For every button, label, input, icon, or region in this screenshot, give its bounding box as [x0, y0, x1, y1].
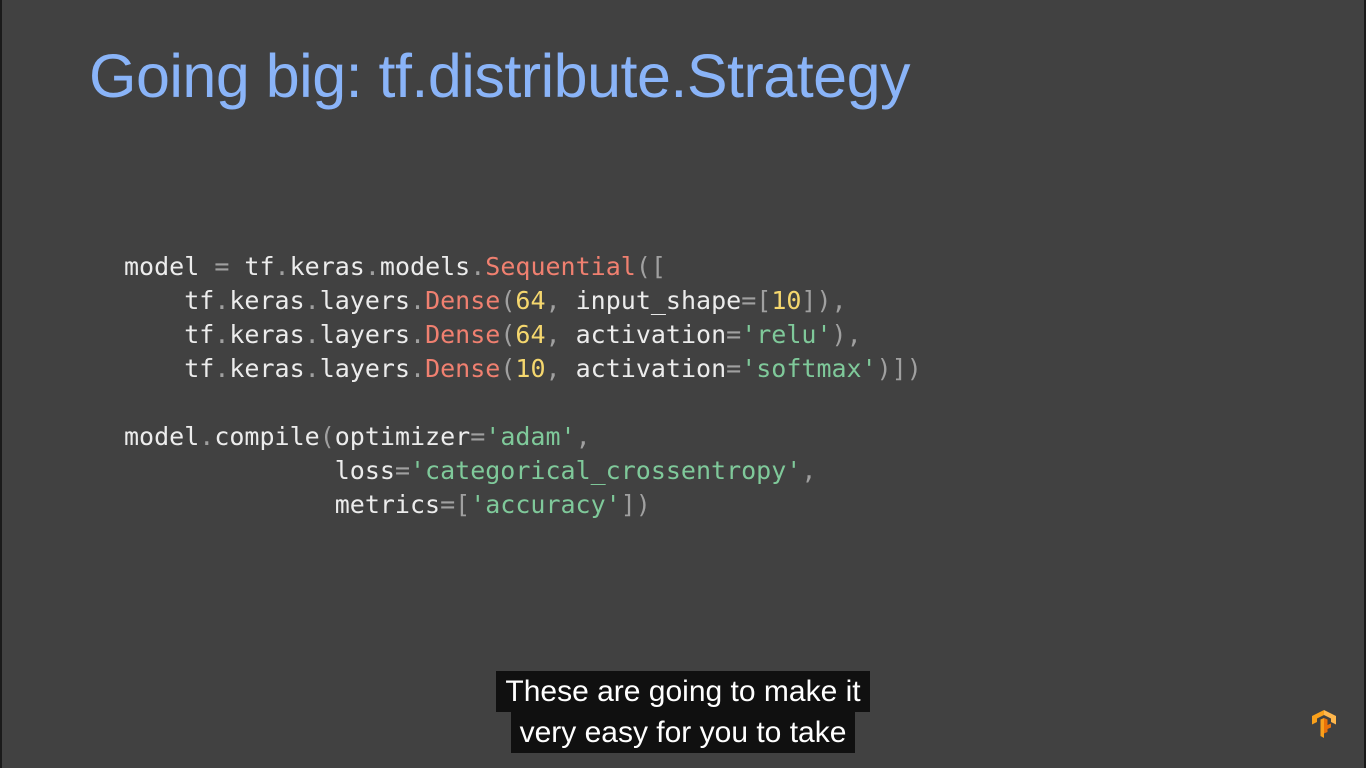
- code-token: .: [410, 286, 426, 315]
- code-token: model: [124, 252, 200, 281]
- code-token: compile: [214, 422, 320, 451]
- code-token: =: [394, 456, 410, 485]
- code-token: activation: [575, 320, 727, 349]
- code-token: Dense: [425, 354, 501, 383]
- caption-overlay: These are going to make it very easy for…: [0, 671, 1366, 753]
- code-token: ,: [575, 422, 591, 451]
- code-token: keras: [229, 354, 305, 383]
- code-token: =: [199, 252, 245, 281]
- code-token: .: [199, 422, 215, 451]
- code-snippet: model = tf.keras.models.Sequential([ tf.…: [124, 250, 922, 522]
- code-token: .: [304, 286, 320, 315]
- code-token: ]): [620, 490, 651, 519]
- code-token: .: [304, 320, 320, 349]
- code-token: metrics: [124, 490, 441, 519]
- code-token: 'accuracy': [470, 490, 621, 519]
- slide-title: Going big: tf.distribute.Strategy: [89, 42, 911, 110]
- code-token: Dense: [425, 286, 501, 315]
- code-token: 'relu': [741, 320, 832, 349]
- code-token: .: [214, 354, 230, 383]
- code-token: models: [379, 252, 471, 281]
- code-token: 'softmax': [741, 354, 877, 383]
- code-token: .: [274, 252, 290, 281]
- code-token: .: [470, 252, 486, 281]
- code-token: .: [410, 354, 426, 383]
- video-frame[interactable]: Going big: tf.distribute.Strategy model …: [0, 0, 1366, 768]
- code-token: ,: [801, 456, 817, 485]
- code-token: .: [304, 354, 320, 383]
- code-token: ),: [831, 320, 862, 349]
- code-token: .: [214, 286, 230, 315]
- code-token: ([: [635, 252, 666, 281]
- caption-line-1: These are going to make it: [496, 671, 870, 712]
- code-token: =[: [741, 286, 772, 315]
- code-token: optimizer: [334, 422, 471, 451]
- code-token: 64: [515, 320, 546, 349]
- code-token: =: [726, 320, 742, 349]
- code-token: 'categorical_crossentropy': [410, 456, 802, 485]
- code-token: layers: [319, 354, 411, 383]
- code-token: (: [500, 320, 516, 349]
- code-token: layers: [319, 320, 411, 349]
- code-token: tf: [124, 286, 215, 315]
- code-token: .: [214, 320, 230, 349]
- code-token: model: [124, 422, 200, 451]
- code-token: ,: [545, 286, 576, 315]
- code-token: tf: [124, 354, 215, 383]
- code-line: tf.keras.layers.Dense(10, activation='so…: [124, 352, 922, 386]
- code-token: 64: [515, 286, 546, 315]
- code-token: =: [726, 354, 742, 383]
- code-line: tf.keras.layers.Dense(64, input_shape=[1…: [124, 284, 922, 318]
- code-token: activation: [575, 354, 727, 383]
- code-token: Dense: [425, 320, 501, 349]
- code-token: ,: [545, 320, 576, 349]
- tensorflow-logo-icon: [1312, 710, 1336, 738]
- code-token: layers: [319, 286, 411, 315]
- code-token: keras: [289, 252, 365, 281]
- code-token: 10: [515, 354, 546, 383]
- code-token: (: [319, 422, 335, 451]
- code-token: 10: [771, 286, 802, 315]
- code-token: =: [470, 422, 486, 451]
- code-line: model.compile(optimizer='adam',: [124, 420, 922, 454]
- code-token: keras: [229, 320, 305, 349]
- code-token: keras: [229, 286, 305, 315]
- code-token: ]),: [801, 286, 847, 315]
- code-token: tf: [124, 320, 215, 349]
- code-token: .: [364, 252, 380, 281]
- code-token: 'adam': [485, 422, 576, 451]
- caption-line-2: very easy for you to take: [510, 712, 856, 753]
- code-line: model = tf.keras.models.Sequential([: [124, 250, 922, 284]
- code-token: Sequential: [485, 252, 636, 281]
- code-line: metrics=['accuracy']): [124, 488, 922, 522]
- code-token: tf: [244, 252, 275, 281]
- code-token: input_shape: [575, 286, 742, 315]
- code-token: ,: [545, 354, 576, 383]
- code-line: tf.keras.layers.Dense(64, activation='re…: [124, 318, 922, 352]
- code-token: .: [410, 320, 426, 349]
- code-token: (: [500, 354, 516, 383]
- code-token: =[: [440, 490, 471, 519]
- code-token: )]): [876, 354, 922, 383]
- code-token: (: [500, 286, 516, 315]
- code-token: loss: [124, 456, 395, 485]
- code-line: loss='categorical_crossentropy',: [124, 454, 922, 488]
